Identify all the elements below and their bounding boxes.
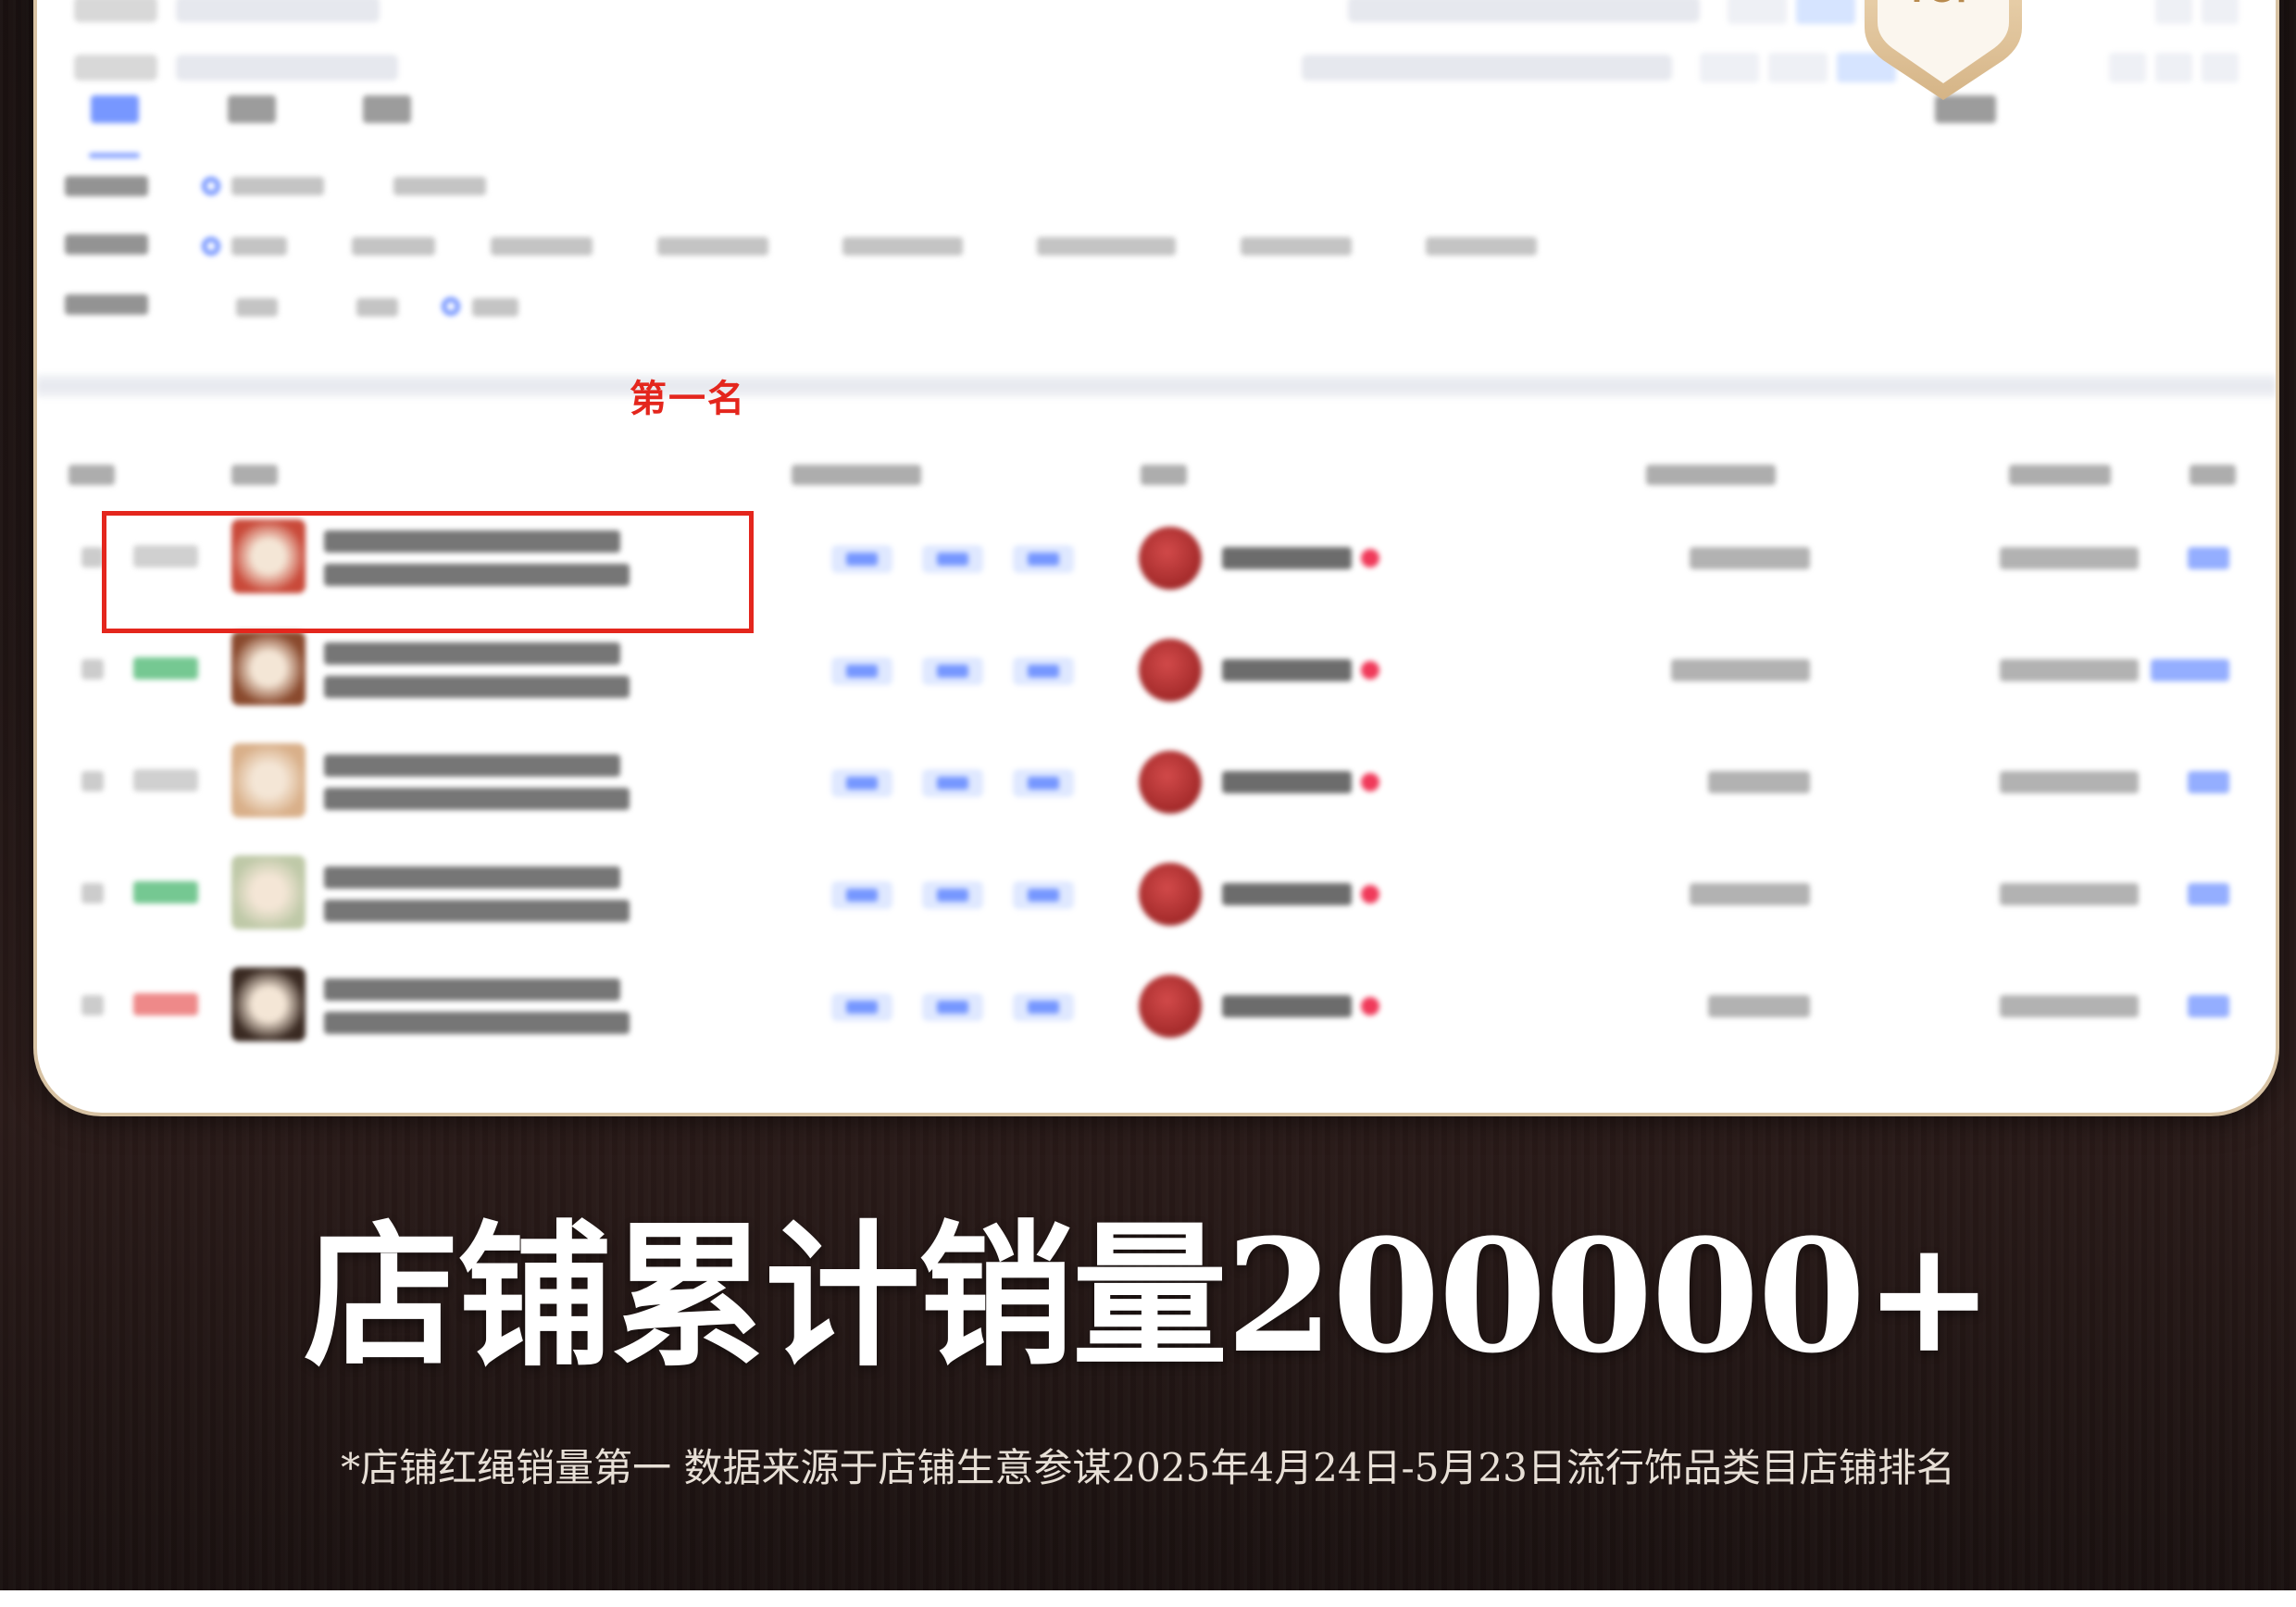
shop-badge-dot bbox=[1361, 773, 1379, 791]
row-index bbox=[81, 883, 104, 903]
product-title-line bbox=[324, 754, 620, 777]
tab-underline bbox=[89, 153, 140, 158]
price-range-value bbox=[1708, 771, 1810, 793]
sales-range-value bbox=[2000, 547, 2139, 569]
screenshot-panel: 第一名 TOP bbox=[37, 0, 2276, 1113]
price-range-value bbox=[1690, 883, 1810, 905]
attribute-chip bbox=[1013, 545, 1074, 573]
attribute-chip bbox=[922, 657, 983, 685]
product-title-line bbox=[324, 1012, 630, 1034]
row-index bbox=[81, 547, 104, 567]
shop-avatar bbox=[1139, 639, 1202, 702]
sales-range-value bbox=[2000, 659, 2139, 681]
tab-3[interactable] bbox=[363, 95, 411, 123]
attribute-chip bbox=[1013, 881, 1074, 909]
product-title-line bbox=[324, 788, 630, 810]
radio-2[interactable] bbox=[202, 237, 220, 255]
divider-band bbox=[37, 374, 2276, 398]
product-thumbnail bbox=[231, 743, 306, 817]
row-tag bbox=[133, 769, 198, 791]
product-thumbnail bbox=[231, 631, 306, 705]
row-index bbox=[81, 771, 104, 791]
row-index bbox=[81, 995, 104, 1015]
price-range-value bbox=[1708, 995, 1810, 1017]
shop-avatar bbox=[1139, 975, 1202, 1038]
tab-1[interactable] bbox=[91, 95, 139, 123]
attribute-chip bbox=[922, 881, 983, 909]
row-tag bbox=[133, 657, 198, 679]
table-row[interactable] bbox=[37, 951, 2276, 1062]
row-action-link bbox=[2188, 547, 2229, 569]
product-thumbnail bbox=[231, 967, 306, 1041]
shop-name bbox=[1222, 771, 1352, 793]
shop-badge-dot bbox=[1361, 549, 1379, 567]
shop-avatar bbox=[1139, 527, 1202, 590]
shop-name bbox=[1222, 883, 1352, 905]
shop-name bbox=[1222, 547, 1352, 569]
promo-stage: 第一名 TOP 店铺累计销量200000+ *店铺红绳销量第一 数据来源于店铺生… bbox=[0, 0, 2296, 1590]
product-title-line bbox=[324, 978, 620, 1001]
shop-name bbox=[1222, 659, 1352, 681]
attribute-chip bbox=[1013, 769, 1074, 797]
attribute-chip bbox=[1013, 657, 1074, 685]
filter-label-3 bbox=[65, 294, 148, 315]
row-action-link bbox=[2151, 659, 2229, 681]
filter-label-1 bbox=[65, 176, 148, 196]
row-action-link bbox=[2188, 771, 2229, 793]
attribute-chip bbox=[922, 769, 983, 797]
attribute-chip bbox=[1013, 993, 1074, 1021]
highlight-box-first bbox=[102, 511, 754, 633]
price-range-value bbox=[1671, 659, 1810, 681]
shop-avatar bbox=[1139, 751, 1202, 814]
radio-3[interactable] bbox=[442, 297, 460, 316]
product-title-line bbox=[324, 866, 620, 889]
sales-range-value bbox=[2000, 995, 2139, 1017]
tab-2[interactable] bbox=[228, 95, 276, 123]
top-badge-label: TOP bbox=[1905, 0, 1981, 10]
attribute-chip bbox=[831, 545, 892, 573]
product-title-line bbox=[324, 676, 630, 698]
table-row[interactable] bbox=[37, 727, 2276, 838]
headline: 店铺累计销量200000+ bbox=[303, 1204, 1994, 1388]
sales-range-value bbox=[2000, 771, 2139, 793]
row-index bbox=[81, 659, 104, 679]
price-range-value bbox=[1690, 547, 1810, 569]
radio-1[interactable] bbox=[202, 177, 220, 195]
top-shield-icon: TOP bbox=[1865, 0, 2022, 100]
product-title-line bbox=[324, 642, 620, 665]
attribute-chip bbox=[831, 993, 892, 1021]
row-tag bbox=[133, 993, 198, 1015]
shop-badge-dot bbox=[1361, 885, 1379, 903]
attribute-chip bbox=[831, 657, 892, 685]
shop-avatar bbox=[1139, 863, 1202, 926]
attribute-chip bbox=[922, 993, 983, 1021]
attribute-chip bbox=[831, 769, 892, 797]
shop-badge-dot bbox=[1361, 661, 1379, 679]
filter-label-2 bbox=[65, 234, 148, 255]
product-thumbnail bbox=[231, 855, 306, 929]
row-action-link bbox=[2188, 883, 2229, 905]
sales-range-value bbox=[2000, 883, 2139, 905]
row-action-link bbox=[2188, 995, 2229, 1017]
footnote: *店铺红绳销量第一 数据来源于店铺生意参谋2025年4月24日-5月23日流行饰… bbox=[341, 1445, 1955, 1490]
table-row[interactable] bbox=[37, 839, 2276, 950]
product-title-line bbox=[324, 900, 630, 922]
shop-badge-dot bbox=[1361, 997, 1379, 1015]
shop-name bbox=[1222, 995, 1352, 1017]
attribute-chip bbox=[922, 545, 983, 573]
attribute-chip bbox=[831, 881, 892, 909]
row-tag bbox=[133, 881, 198, 903]
first-place-label: 第一名 bbox=[630, 378, 746, 420]
